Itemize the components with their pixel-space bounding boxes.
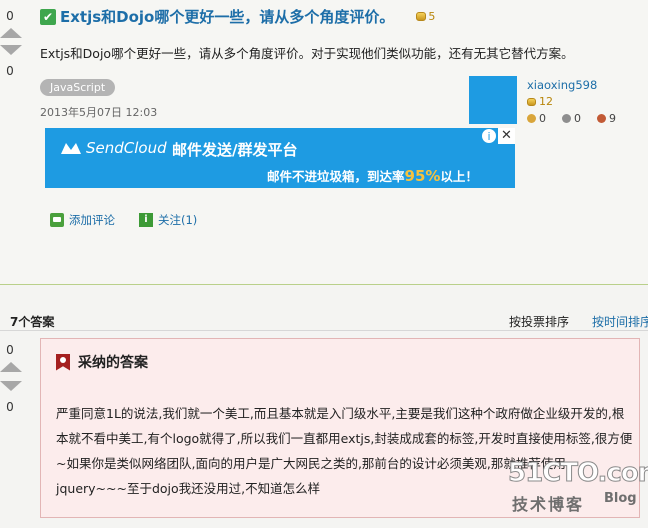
ad-slogan-prefix: 邮件不进垃圾箱，到达率: [267, 169, 405, 184]
answers-header: 7个答案 按投票排序 按时间排序: [0, 308, 648, 331]
gold-count: 0: [539, 112, 546, 125]
answer-vote-down-icon[interactable]: [0, 381, 22, 391]
answer-vote-up-icon[interactable]: [0, 362, 22, 372]
question-body: Extjs和Dojo哪个更好一些，请从多个角度评价。对于实现他们类似功能，还有无…: [40, 46, 574, 61]
ad-close-icon[interactable]: ✕: [498, 128, 515, 144]
check-icon: ✔: [40, 8, 56, 25]
vote-up-icon[interactable]: [0, 28, 22, 38]
avatar[interactable]: [469, 76, 517, 124]
ribbon-icon: [56, 353, 70, 371]
add-comment-button[interactable]: 添加评论: [50, 212, 115, 228]
ad-banner[interactable]: SendCloud 邮件发送/群发平台 邮件不进垃圾箱，到达率95%以上！ i …: [45, 128, 515, 188]
sendcloud-logo-icon: [61, 143, 81, 154]
reputation-value: 12: [539, 95, 553, 108]
user-medals: 0 0 9: [527, 112, 632, 125]
ad-title: 邮件发送/群发平台: [172, 141, 298, 159]
follow-label: 关注(1): [158, 213, 198, 227]
user-reputation: 12: [527, 95, 553, 108]
accepted-answer-title: 采纳的答案: [78, 355, 148, 371]
answer-vote-count-down: 0: [6, 400, 14, 414]
coin-icon: [416, 12, 427, 21]
follow-button[interactable]: i 关注(1): [139, 212, 197, 228]
ad-slogan: 邮件不进垃圾箱，到达率95%以上！: [267, 166, 478, 185]
watermark-sub: 技术博客: [512, 495, 585, 514]
vote-down-icon[interactable]: [0, 45, 22, 55]
watermark-main: 51CTO.com: [508, 458, 648, 489]
question-divider: [0, 284, 648, 285]
watermark-logo: 51CTO.com 技术博客 Blog: [508, 458, 648, 523]
accepted-answer-header: 采纳的答案: [56, 352, 148, 372]
silver-medal-icon: [562, 114, 571, 123]
tag-javascript[interactable]: JavaScript: [40, 79, 116, 96]
question-date: 2013年5月07日 12:03: [40, 106, 158, 119]
question-section: 0 0 ✔ Extjs和Dojo哪个更好一些，请从多个角度评价。 5 Extjs…: [0, 0, 648, 285]
answer-vote-count-up: 0: [6, 343, 14, 357]
follow-icon: i: [139, 213, 153, 227]
question-vote-count-down: 0: [6, 64, 14, 78]
bronze-count: 9: [609, 112, 616, 125]
silver-count: 0: [574, 112, 581, 125]
question-title-row: ✔ Extjs和Dojo哪个更好一些，请从多个角度评价。 5: [40, 6, 435, 27]
question-title[interactable]: Extjs和Dojo哪个更好一些，请从多个角度评价。: [60, 6, 394, 27]
coin-icon: [527, 97, 536, 106]
bronze-medal-icon: [597, 114, 606, 123]
sort-by-votes[interactable]: 按投票排序: [509, 313, 569, 330]
question-vote-count-up: 0: [6, 9, 14, 23]
ad-slogan-highlight: 95%: [404, 167, 441, 185]
answer-count: 7个答案: [10, 315, 55, 329]
sort-by-time[interactable]: 按时间排序: [592, 313, 648, 330]
watermark-blog: Blog: [604, 491, 637, 506]
ad-slogan-suffix: 以上！: [440, 169, 478, 184]
gold-medal-icon: [527, 114, 536, 123]
add-comment-label: 添加评论: [69, 213, 115, 227]
comment-icon: [50, 213, 64, 227]
user-name[interactable]: xiaoxing598: [527, 78, 597, 92]
ad-logo-text: SendCloud: [86, 139, 167, 157]
reward-points: 5: [428, 10, 436, 23]
ad-info-icon[interactable]: i: [481, 128, 497, 144]
